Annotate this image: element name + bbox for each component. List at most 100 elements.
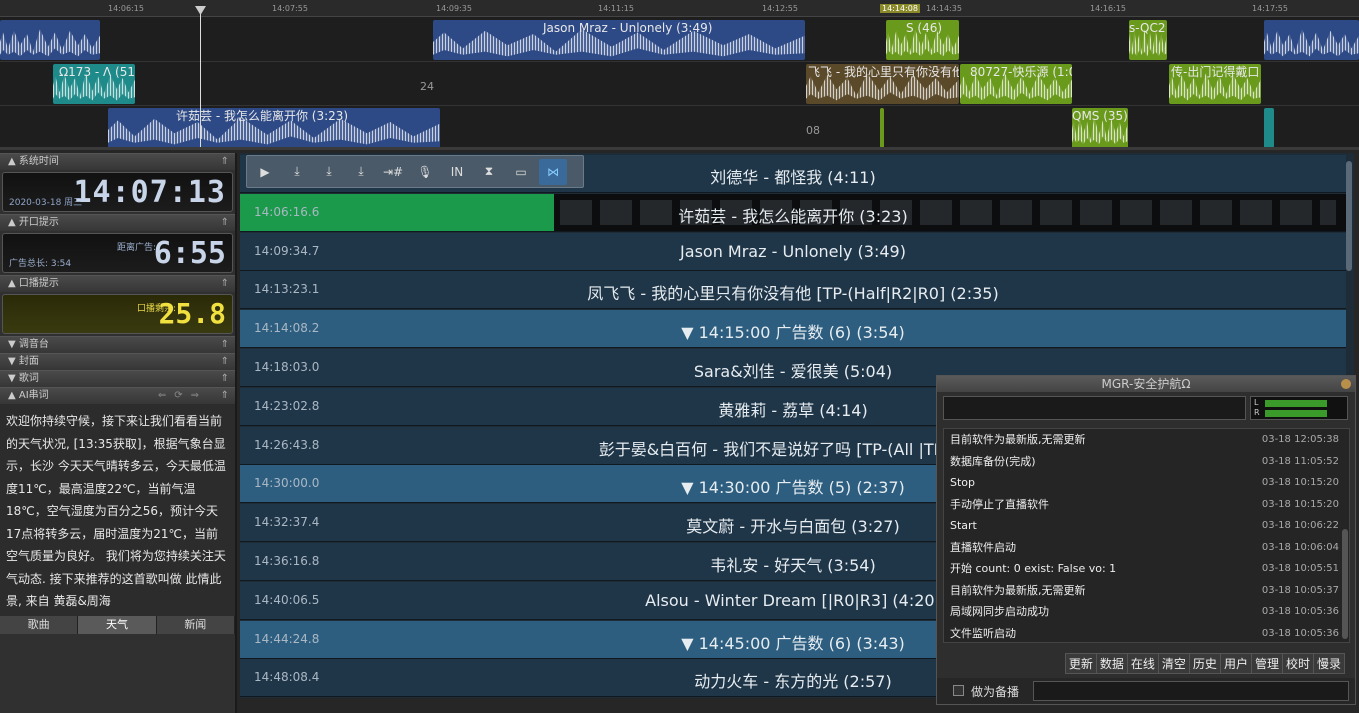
section-ai[interactable]: ▲ AI串词 ⇐⟳⇒ ⇑ (0, 387, 235, 404)
log-entry[interactable]: 开始 count: 0 exist: False vo: 1 03-18 10:0… (944, 558, 1349, 580)
playlist-ad-row[interactable]: 14:14:08.2 ▼ 14:15:00 广告数 (6) (3:54) (240, 310, 1346, 349)
log-date: 03-18 10:15:20 (1261, 477, 1339, 488)
log-entry[interactable]: 目前软件为最新版,无需更新 03-18 10:05:37 (944, 580, 1349, 602)
ruler-tick: 14:06:15 (108, 4, 144, 13)
log-message: 文件监听启动 (950, 626, 1016, 640)
clip[interactable] (1264, 108, 1274, 147)
clip[interactable] (880, 108, 884, 147)
clip-qc2[interactable]: s-QC2 (1129, 20, 1167, 60)
playhead[interactable] (200, 8, 201, 147)
log-entry[interactable]: 直播软件启动 03-18 10:06:04 (944, 537, 1349, 559)
row-title: Jason Mraz - Unlonely (3:49) (680, 241, 906, 261)
playlist-row-now-playing[interactable]: 14:06:16.6 许茹芸 - 我怎么能离开你 (3:23) (240, 193, 1346, 232)
pin-icon[interactable]: ⇑ (221, 276, 229, 292)
oral-remaining-value: 25.8 (158, 297, 226, 330)
mgr-log[interactable]: 目前软件为最新版,无需更新 03-18 12:05:38 数据库备份(完成) 03-1… (943, 428, 1350, 643)
pin-icon[interactable]: ⇑ (221, 354, 229, 370)
log-scrollbar[interactable] (1342, 529, 1348, 639)
window-button[interactable]: ▭ (507, 159, 535, 185)
log-message: 目前软件为最新版,无需更新 (950, 433, 1086, 446)
meter-l-bar (1265, 400, 1327, 407)
clip-jason[interactable]: Jason Mraz - Unlonely (3:49) (433, 20, 805, 60)
playlist-row[interactable]: 14:09:34.7 Jason Mraz - Unlonely (3:49) (240, 232, 1346, 271)
clip-80727[interactable]: 80727-快乐源 (1:07 (960, 64, 1072, 104)
track-marker: 08 (806, 124, 820, 137)
ruler-tick: 14:12:55 (762, 4, 798, 13)
ai-tools-icons[interactable]: ⇐⟳⇒ (158, 388, 207, 404)
clip[interactable] (1264, 20, 1359, 60)
time-sync-button[interactable]: 校时 (1281, 653, 1314, 674)
mic-icon[interactable]: 🎙 (411, 159, 439, 185)
history-button[interactable]: 历史 (1188, 653, 1221, 674)
clip-qms[interactable]: QMS (35) (1072, 108, 1128, 147)
clear-button[interactable]: 清空 (1157, 653, 1190, 674)
section-mixer[interactable]: ▼ 调音台 ⇑ (0, 336, 235, 353)
data-button[interactable]: 数据 (1095, 653, 1128, 674)
log-date: 03-18 10:05:51 (1261, 563, 1339, 574)
insert-button[interactable]: ⤓ (283, 159, 311, 185)
ruler-tick: 14:16:15 (1090, 4, 1126, 13)
log-date: 03-18 10:05:37 (1261, 584, 1339, 596)
log-message: 直播软件启动 (950, 540, 1016, 554)
play-button[interactable]: ▶ (251, 159, 279, 185)
timeline[interactable]: 14:06:15 14:07:55 14:09:35 14:11:15 14:1… (0, 0, 1359, 150)
online-button[interactable]: 在线 (1126, 653, 1159, 674)
backup-checkbox[interactable] (953, 685, 964, 696)
log-entry[interactable]: 手动停止了直播软件 03-18 10:15:20 (944, 494, 1349, 516)
playlist-row[interactable]: 14:13:23.1 凤飞飞 - 我的心里只有你没有他 [TP-(Half|R2|… (240, 271, 1346, 310)
log-entry[interactable]: 局域网同步启动成功 03-18 10:05:36 (944, 601, 1349, 623)
level-meter: L R (1250, 396, 1348, 420)
clock-display: 14:07:13 2020-03-18 周三 (2, 172, 233, 212)
playlist-scrollbar[interactable] (1346, 161, 1352, 271)
mgr-input[interactable] (943, 396, 1246, 420)
clip-fei[interactable]: 飞飞 - 我的心里只有你没有他 [... (806, 64, 959, 104)
oral-countdown-display: 口播剩余: 25.8 (2, 294, 233, 334)
left-panel: ▲ 系统时间 ⇑ 14:07:13 2020-03-18 周三 ▲ 开口提示 ⇑ 距… (0, 153, 237, 713)
pin-icon[interactable]: ⇑ (221, 154, 229, 170)
in-button[interactable]: IN (443, 159, 471, 185)
log-message: Start (950, 519, 977, 532)
track-1: Jason Mraz - Unlonely (3:49) S (46) s-QC… (0, 18, 1359, 62)
insert-next-button[interactable]: ⤓ (315, 159, 343, 185)
backup-label: 做为备播 (971, 685, 1020, 699)
pin-icon[interactable]: ⇑ (221, 388, 229, 404)
pin-icon[interactable]: ⇑ (221, 337, 229, 353)
log-entry[interactable]: 文件监听启动 03-18 10:05:36 (944, 623, 1349, 643)
section-oral[interactable]: ▲ 口播提示 ⇑ (0, 275, 235, 292)
log-message: 数据库备份(完成) (950, 454, 1036, 468)
clip-chuan[interactable]: 传-出门记得戴口 (1169, 64, 1261, 104)
insert-end-button[interactable]: ⤓ (347, 159, 375, 185)
log-entry[interactable]: Stop 03-18 10:15:20 (944, 472, 1349, 494)
log-entry[interactable]: Start 03-18 10:06:22 (944, 515, 1349, 537)
log-entry[interactable]: 目前软件为最新版,无需更新 03-18 12:05:38 (944, 429, 1349, 451)
crossfade-button[interactable]: ⋈ (539, 158, 567, 185)
pin-icon[interactable]: ⇑ (221, 371, 229, 387)
clip-xu[interactable]: 许茹芸 - 我怎么能离开你 (3:23) (108, 108, 440, 147)
mgr-title[interactable]: MGR-安全护航Ω (937, 376, 1355, 392)
update-button[interactable]: 更新 (1064, 653, 1097, 674)
manage-button[interactable]: 管理 (1250, 653, 1283, 674)
log-entry[interactable]: 数据库备份(完成) 03-18 11:05:52 (944, 451, 1349, 473)
tab-songs[interactable]: 歌曲 (0, 616, 79, 634)
status-dot-icon[interactable] (1341, 379, 1351, 389)
users-button[interactable]: 用户 (1219, 653, 1252, 674)
hourglass-icon[interactable]: ⧗ (475, 159, 503, 185)
section-lyrics[interactable]: ▼ 歌词 ⇑ (0, 370, 235, 387)
track-marker: 24 (420, 80, 434, 93)
tab-weather[interactable]: 天气 (78, 616, 157, 634)
tab-news[interactable]: 新闻 (156, 616, 235, 634)
section-kaikou[interactable]: ▲ 开口提示 ⇑ (0, 214, 235, 231)
clip[interactable] (0, 20, 100, 60)
section-system-time[interactable]: ▲ 系统时间 ⇑ (0, 153, 235, 170)
meter-r-label: R (1254, 408, 1260, 417)
slow-record-button[interactable]: 慢录 (1312, 653, 1345, 674)
log-date: 03-18 10:05:36 (1261, 606, 1339, 617)
backup-input[interactable] (1033, 681, 1349, 701)
log-date: 03-18 10:06:04 (1261, 541, 1339, 553)
pin-icon[interactable]: ⇑ (221, 215, 229, 231)
jump-button[interactable]: ⇥# (379, 159, 407, 185)
clip-omega[interactable]: Ω173 - Λ (51) (53, 64, 135, 104)
log-message: 手动停止了直播软件 (950, 497, 1049, 511)
section-cover[interactable]: ▼ 封面 ⇑ (0, 353, 235, 370)
clip-s46[interactable]: S (46) (886, 20, 959, 60)
